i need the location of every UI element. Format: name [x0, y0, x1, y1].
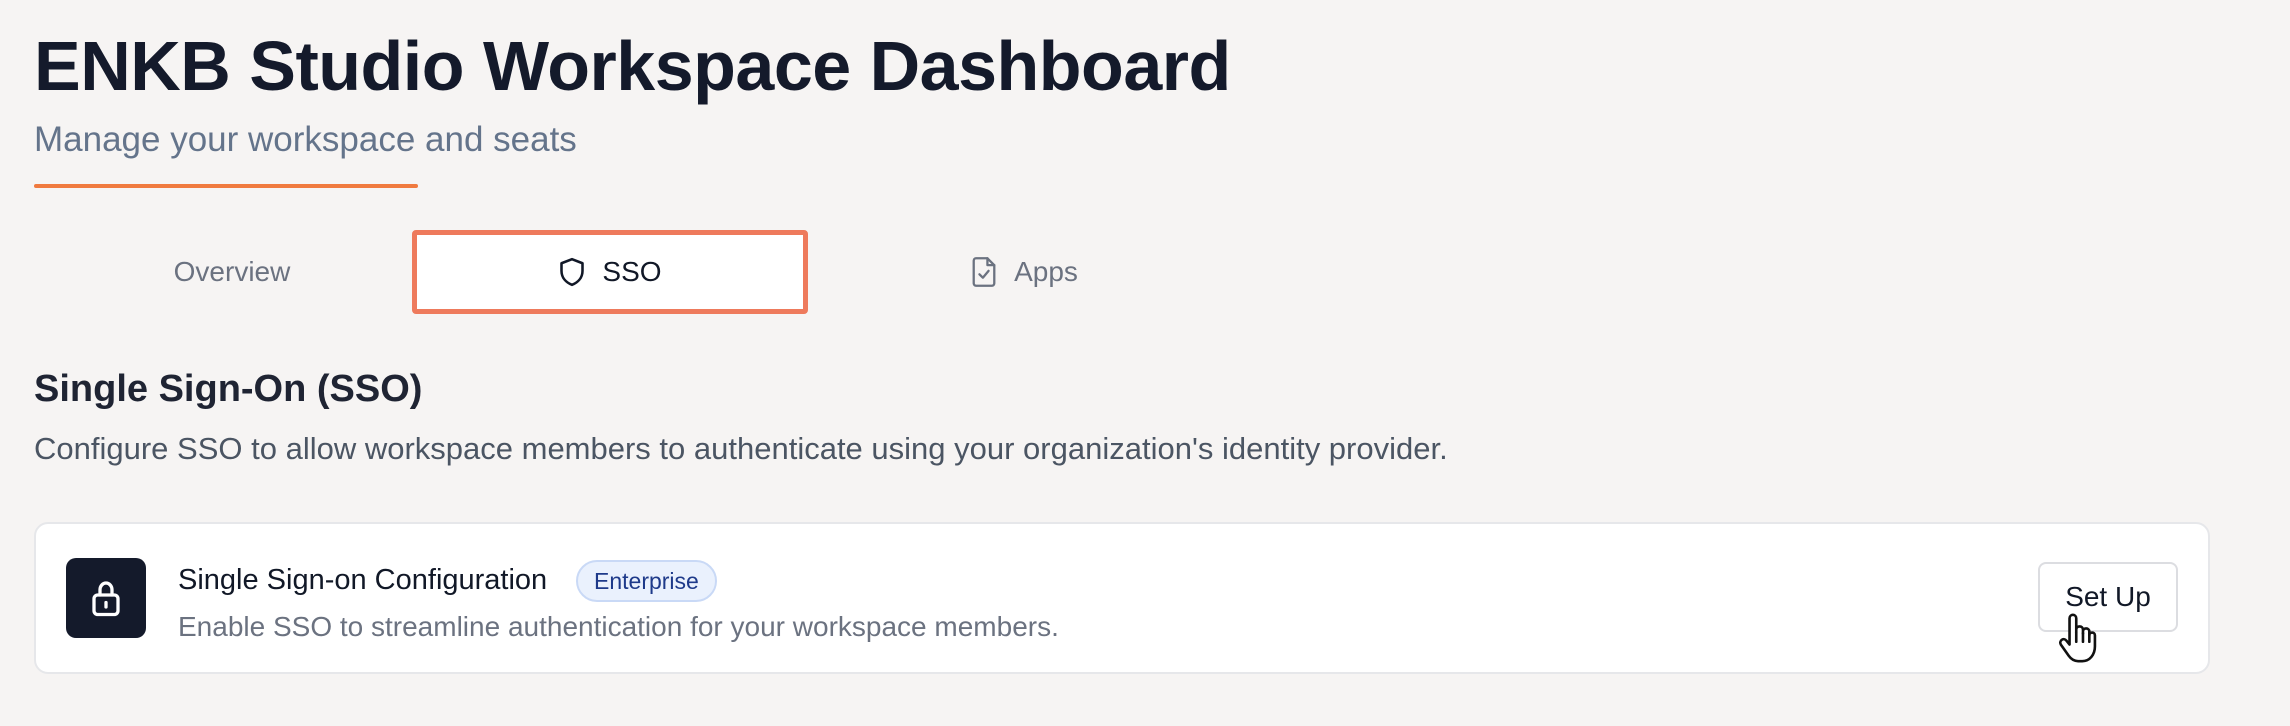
- lock-icon: [66, 558, 146, 638]
- file-check-icon: [970, 256, 998, 288]
- workspace-dashboard: ENKB Studio Workspace Dashboard Manage y…: [34, 0, 2256, 726]
- tab-sso[interactable]: SSO: [412, 230, 808, 314]
- title-accent-divider: [34, 184, 418, 188]
- tab-bar: Overview SSO Apps: [34, 230, 1234, 314]
- sso-configuration-card: Single Sign-on Configuration Enterprise …: [34, 522, 2210, 674]
- enterprise-badge: Enterprise: [576, 560, 717, 602]
- card-description: Enable SSO to streamline authentication …: [178, 611, 1059, 642]
- page-subtitle: Manage your workspace and seats: [34, 120, 577, 159]
- section-title: Single Sign-On (SSO): [34, 368, 423, 410]
- shield-icon: [558, 256, 586, 288]
- tab-overview[interactable]: Overview: [34, 230, 430, 314]
- card-title: Single Sign-on Configuration: [178, 564, 548, 596]
- tab-label: SSO: [602, 256, 662, 287]
- tab-label: Overview: [173, 256, 291, 287]
- section-description: Configure SSO to allow workspace members…: [34, 431, 1448, 466]
- hand-pointer-icon: [2054, 610, 2100, 666]
- tab-apps[interactable]: Apps: [826, 230, 1222, 314]
- tab-label: Apps: [1014, 256, 1078, 287]
- page-title: ENKB Studio Workspace Dashboard: [34, 27, 1231, 105]
